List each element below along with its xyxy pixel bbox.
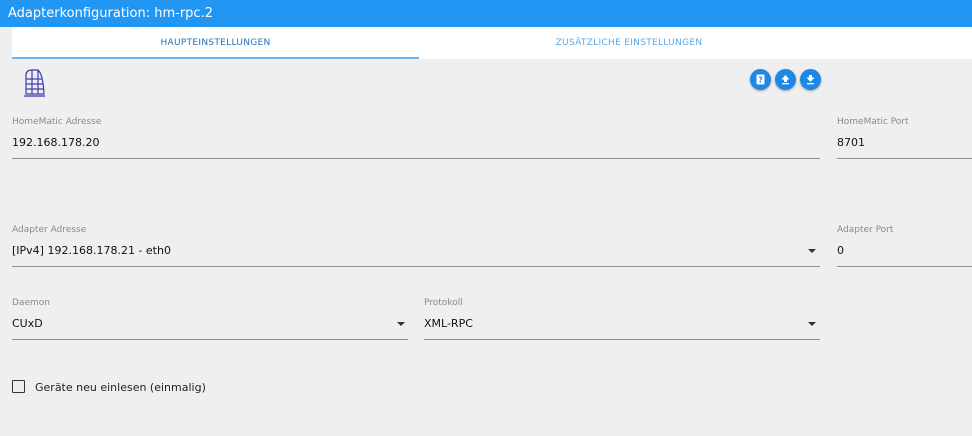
adapter-port-label: Adapter Port	[837, 225, 894, 235]
protocol-dropdown-icon[interactable]	[808, 322, 816, 326]
homematic-port-underline	[837, 158, 972, 159]
protocol-select[interactable]: XML-RPC	[424, 317, 473, 330]
homematic-port-label: HomeMatic Port	[837, 117, 909, 127]
svg-text:?: ?	[758, 75, 762, 84]
window-title: Adapterkonfiguration: hm-rpc.2	[0, 0, 972, 27]
reinit-devices-checkbox[interactable]	[12, 380, 25, 393]
adapter-address-underline	[12, 266, 820, 267]
homematic-address-underline	[12, 158, 820, 159]
daemon-select[interactable]: CUxD	[12, 317, 43, 330]
reinit-devices-label[interactable]: Geräte neu einlesen (einmalig)	[35, 381, 206, 394]
homematic-address-label: HomeMatic Adresse	[12, 117, 102, 127]
adapter-port-input[interactable]: 0	[837, 244, 844, 257]
daemon-underline	[12, 339, 408, 340]
adapter-address-select[interactable]: [IPv4] 192.168.178.21 - eth0	[12, 244, 171, 257]
adapter-port-underline	[837, 266, 972, 267]
help-icon: ?	[756, 74, 765, 85]
daemon-label: Daemon	[12, 298, 50, 308]
protocol-underline	[424, 339, 820, 340]
homematic-address-input[interactable]: 192.168.178.20	[12, 136, 99, 149]
upload-button[interactable]	[775, 69, 796, 90]
download-button[interactable]	[800, 69, 821, 90]
tab-additional-settings[interactable]: ZUSÄTZLICHE EINSTELLUNGEN	[419, 27, 839, 59]
adapter-logo	[24, 69, 45, 97]
tab-bar: HAUPTEINSTELLUNGEN ZUSÄTZLICHE EINSTELLU…	[12, 27, 972, 59]
help-button[interactable]: ?	[750, 69, 771, 90]
active-tab-indicator	[12, 57, 419, 59]
tab-main-settings[interactable]: HAUPTEINSTELLUNGEN	[12, 27, 419, 59]
upload-icon	[781, 75, 790, 85]
download-icon	[806, 75, 815, 85]
adapter-address-label: Adapter Adresse	[12, 225, 87, 235]
homematic-port-input[interactable]: 8701	[837, 136, 865, 149]
daemon-dropdown-icon[interactable]	[397, 322, 405, 326]
adapter-address-dropdown-icon[interactable]	[808, 249, 816, 253]
protocol-label: Protokoll	[424, 298, 463, 308]
